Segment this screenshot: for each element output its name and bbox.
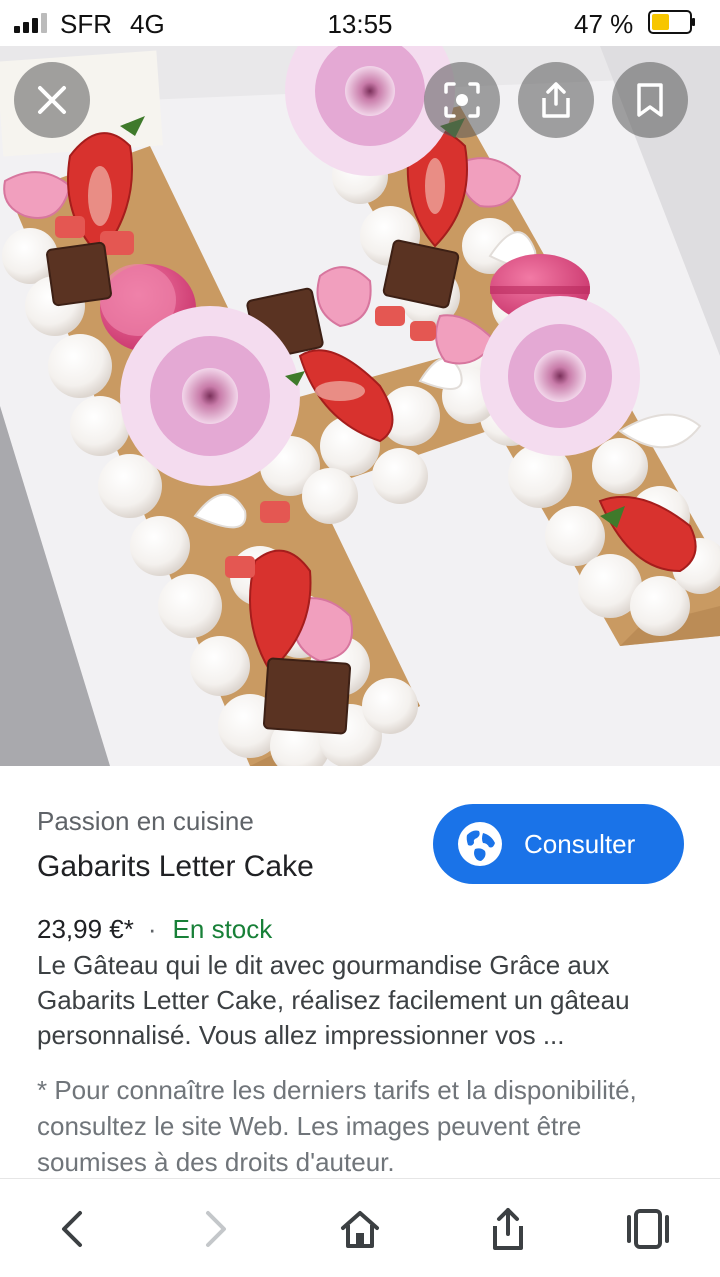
status-bar: SFR 4G 13:55 47 % — [0, 0, 720, 46]
share-button[interactable] — [480, 1201, 536, 1257]
image-share-button[interactable] — [518, 62, 594, 138]
disclaimer: * Pour connaître les derniers tarifs et … — [37, 1075, 637, 1177]
share-icon — [493, 1208, 523, 1250]
cake-image[interactable] — [0, 46, 720, 766]
consult-button[interactable]: Consulter — [433, 804, 684, 884]
back-button[interactable] — [44, 1201, 100, 1257]
home-icon — [341, 1211, 379, 1248]
result-info-panel: Passion en cuisine Gabarits Letter Cake … — [0, 766, 720, 1178]
source-name[interactable]: Passion en cuisine — [37, 806, 254, 837]
consult-button-label: Consulter — [524, 828, 636, 859]
lens-button[interactable] — [424, 62, 500, 138]
letter-cake-illustration — [0, 46, 720, 766]
result-title[interactable]: Gabarits Letter Cake — [37, 850, 314, 884]
bookmark-icon — [637, 83, 663, 117]
tabs-icon — [627, 1209, 669, 1249]
forward-button[interactable] — [188, 1201, 244, 1257]
tabs-button[interactable] — [620, 1201, 676, 1257]
browser-toolbar — [0, 1178, 720, 1277]
forward-icon — [206, 1211, 226, 1247]
availability: En stock — [172, 914, 273, 944]
share-icon — [542, 82, 570, 118]
lens-icon — [444, 82, 480, 118]
price: 23,99 €* — [37, 914, 134, 944]
battery-percent: 47 % — [574, 9, 634, 39]
battery-icon — [648, 10, 695, 34]
close-icon — [38, 86, 66, 114]
save-button[interactable] — [612, 62, 688, 138]
separator: · — [147, 914, 157, 944]
result-description: Le Gâteau qui le dit avec gourmandise Gr… — [37, 950, 630, 1050]
close-button[interactable] — [14, 62, 90, 138]
home-button[interactable] — [332, 1201, 388, 1257]
price-line: 23,99 €* · En stock — [37, 914, 272, 945]
back-icon — [62, 1211, 82, 1247]
globe-icon — [458, 822, 502, 866]
